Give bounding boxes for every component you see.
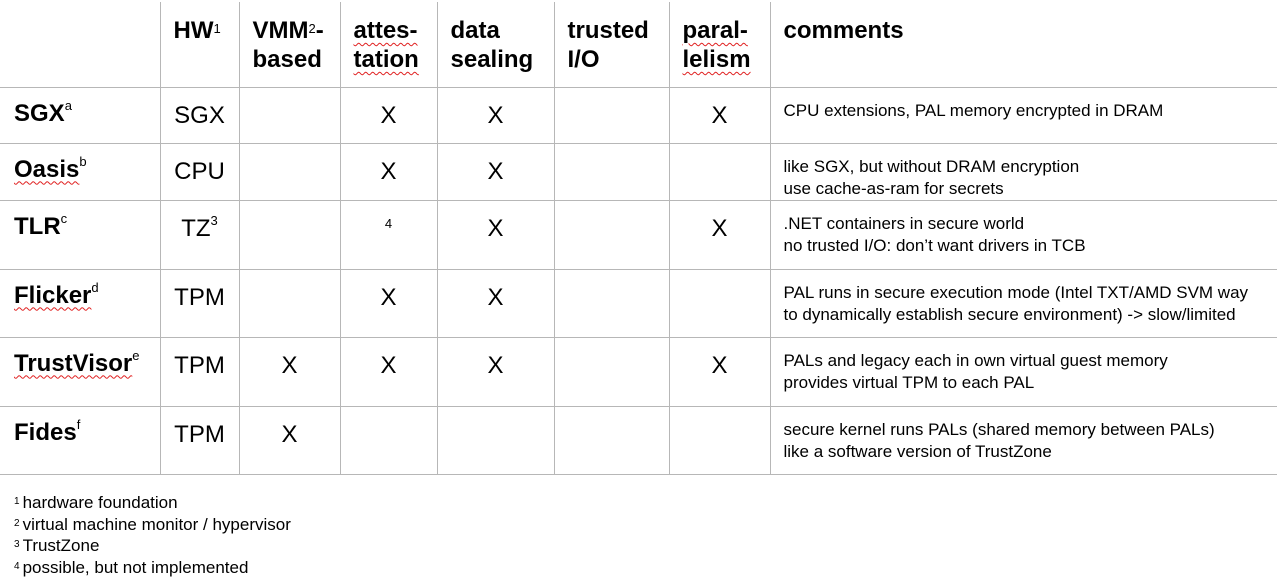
table-row: Oasisb CPU X Xlike SGX, but without DRAM en… — [0, 142, 1277, 201]
comment-cell: secure kernel runs PALs (shared memory b… — [769, 405, 1277, 475]
comment-cell: CPU extensions, PAL memory encrypted in … — [769, 86, 1277, 144]
hw-cell: TPM — [159, 268, 240, 338]
row-name-cell: Oasisb — [0, 142, 161, 201]
comment-cell: .NET containers in secure world no truste… — [769, 199, 1277, 270]
vmm-cell: X — [238, 336, 341, 407]
sealing-cell — [436, 405, 555, 475]
vmm-cell — [238, 142, 341, 201]
trusted-io-cell — [553, 86, 670, 144]
header-trusted-io: trusted I/O — [553, 2, 670, 88]
comment-line: provides virtual TPM to each PAL — [783, 372, 1035, 392]
header-row: HW1 VMM2- based attes-tation data sealing … — [0, 2, 1277, 88]
footnote: 3 TrustZone — [14, 536, 100, 555]
comment-cell: PALs and legacy each in own virtual gues… — [769, 336, 1277, 407]
header-hw: HW1 — [159, 2, 240, 88]
trusted-io-cell — [553, 142, 670, 201]
comment-line: PAL runs in secure execution mode (Intel… — [783, 282, 1249, 302]
comparison-table: HW1 VMM2- based attes-tation data sealing … — [0, 2, 1277, 475]
hw-cell: TZ3 — [159, 199, 240, 270]
attestation-cell: X — [339, 86, 438, 144]
comment-cell: PAL runs in secure execution mode (Intel… — [769, 268, 1277, 338]
trusted-io-cell — [553, 268, 670, 338]
header-data-sealing: data sealing — [436, 2, 555, 88]
parallelism-cell — [668, 405, 771, 475]
hw-cell: TPM — [159, 405, 240, 475]
attestation-cell — [339, 405, 438, 475]
table-row: SGXa SGX X X X CPU extensions, PAL memory enc… — [0, 86, 1277, 144]
table-row: Flickerd TPM X X PAL runs in secure executio… — [0, 268, 1277, 338]
footnote: 4 possible, but not implemented — [14, 557, 249, 577]
comment-line: like SGX, but without DRAM encryption — [783, 156, 1080, 176]
comment-line: like a software version of TrustZone — [783, 441, 1052, 461]
parallelism-cell — [668, 268, 771, 338]
hw-cell: SGX — [159, 86, 240, 144]
comment-line: no trusted I/O: don’t want drivers in TC… — [783, 235, 1086, 255]
sealing-cell: X — [436, 268, 555, 338]
header-parallelism: paral-lelism — [668, 2, 771, 88]
attestation-cell: X — [339, 142, 438, 201]
vmm-cell — [238, 86, 341, 144]
vmm-cell: X — [238, 405, 341, 475]
table-row: Fidesf TPM Xsecure kernel runs PALs (share… — [0, 405, 1277, 475]
trusted-io-cell — [553, 199, 670, 270]
header-attestation: attes-tation — [339, 2, 438, 88]
corner-cell — [0, 2, 161, 88]
vmm-cell — [238, 268, 341, 338]
row-name-cell: Fidesf — [0, 405, 161, 475]
row-name-cell: Flickerd — [0, 268, 161, 338]
parallelism-cell: X — [668, 199, 771, 270]
comment-line: secure kernel runs PALs (shared memory b… — [783, 419, 1215, 439]
document-page: HW1 VMM2- based attes-tation data sealing … — [0, 0, 1277, 581]
sealing-cell: X — [436, 142, 555, 201]
header-vmm-based: VMM2- based — [238, 2, 341, 88]
table-row: TrustVisore TPM X X X X PALs and legacy each i… — [0, 336, 1277, 407]
footnote: 2 virtual machine monitor / hypervisor — [14, 514, 291, 534]
sealing-cell: X — [436, 336, 555, 407]
row-name-cell: TrustVisore — [0, 336, 161, 407]
attestation-cell: X — [339, 336, 438, 407]
comment-line: .NET containers in secure world — [783, 213, 1025, 233]
table-body: SGXa SGX X X X CPU extensions, PAL memory enc… — [0, 86, 1277, 475]
row-name-cell: TLRc — [0, 199, 161, 270]
table-row: TLRc TZ3 4 X X .NET containers in secure worl… — [0, 199, 1277, 270]
footnote: 1 hardware foundation — [14, 493, 178, 512]
attestation-cell: X — [339, 268, 438, 338]
hw-cell: CPU — [159, 142, 240, 201]
row-name-cell: SGXa — [0, 86, 161, 144]
comment-line: to dynamically establish secure environm… — [783, 304, 1236, 324]
parallelism-cell — [668, 142, 771, 201]
vmm-cell — [238, 199, 341, 270]
hw-cell: TPM — [159, 336, 240, 407]
comment-line: use cache-as-ram for secrets — [783, 178, 1004, 198]
footnotes: 1 hardware foundation 2 virtual machine mo… — [14, 492, 291, 578]
comment-line: CPU extensions, PAL memory encrypted in … — [783, 100, 1164, 120]
trusted-io-cell — [553, 336, 670, 407]
parallelism-cell: X — [668, 86, 771, 144]
comment-line: PALs and legacy each in own virtual gues… — [783, 350, 1168, 370]
comment-cell: like SGX, but without DRAM encryption use… — [769, 142, 1277, 201]
trusted-io-cell — [553, 405, 670, 475]
sealing-cell: X — [436, 199, 555, 270]
sealing-cell: X — [436, 86, 555, 144]
parallelism-cell: X — [668, 336, 771, 407]
header-comments: comments — [769, 2, 1277, 88]
attestation-cell: 4 — [339, 199, 438, 270]
